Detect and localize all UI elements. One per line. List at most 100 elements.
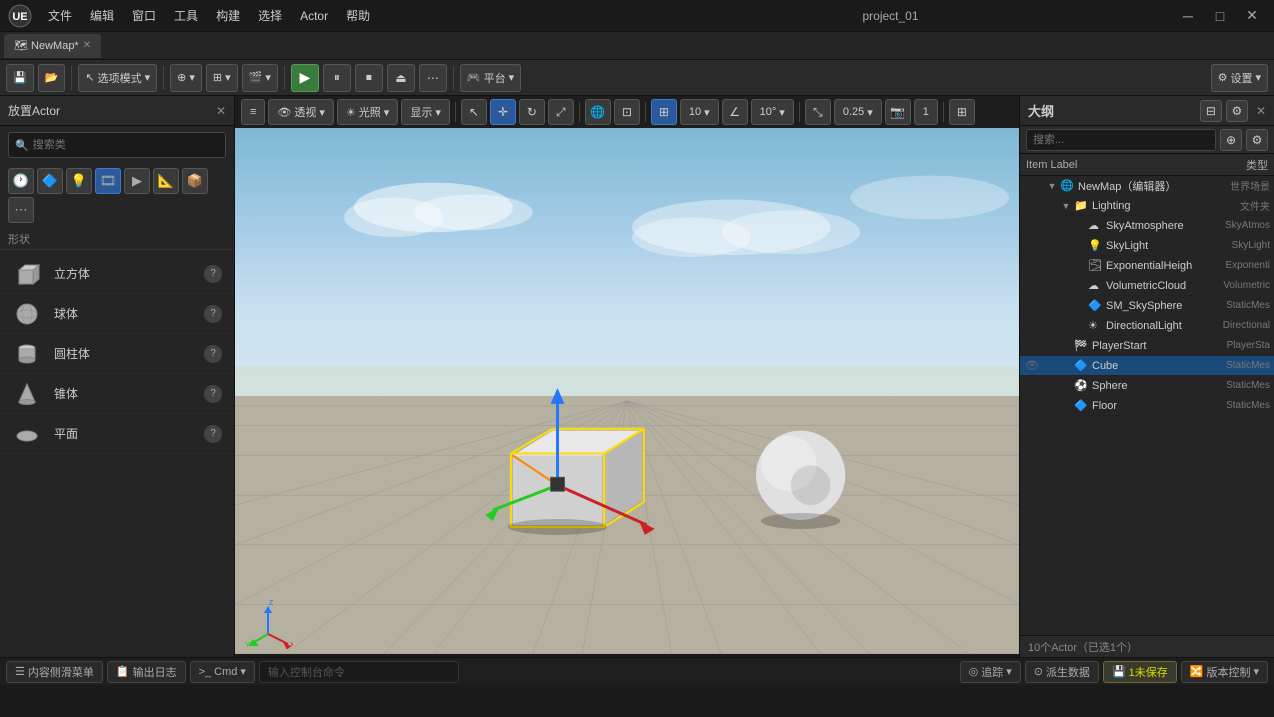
scale-snap-selector[interactable]: 0.25 ▾	[834, 99, 882, 125]
surface-snapping-button[interactable]: ⊡	[614, 99, 640, 125]
viewport-menu-button[interactable]: ≡	[241, 99, 265, 125]
plane-help-icon[interactable]: ?	[204, 425, 222, 443]
shape-cone[interactable]: 锥体 ?	[0, 374, 234, 414]
item-icon: 💡	[1088, 239, 1104, 252]
console-input[interactable]: 输入控制台命令	[259, 661, 459, 683]
select-tool[interactable]: ↖	[461, 99, 487, 125]
outliner-close-button[interactable]: ✕	[1256, 104, 1266, 118]
tree-item-cube[interactable]: 👁🔷CubeStaticMes	[1020, 356, 1274, 376]
tree-item-skyatmos[interactable]: ☁SkyAtmosphereSkyAtmos	[1020, 216, 1274, 236]
shape-cylinder[interactable]: 圆柱体 ?	[0, 334, 234, 374]
category-recent[interactable]: 🕐	[8, 168, 34, 194]
tree-item-expheight[interactable]: 🌫ExponentialHeighExponenti	[1020, 256, 1274, 276]
search-input[interactable]	[33, 139, 219, 151]
world-space-button[interactable]: 🌐	[585, 99, 611, 125]
menu-tools[interactable]: 工具	[166, 3, 206, 28]
derived-data-button[interactable]: ⊙ 派生数据	[1025, 661, 1099, 683]
perspective-button[interactable]: 👁 透视 ▾	[268, 99, 334, 125]
rotate-tool[interactable]: ↻	[519, 99, 545, 125]
shape-plane[interactable]: 平面 ?	[0, 414, 234, 454]
tree-item-volcloud[interactable]: ☁VolumetricCloudVolumetric	[1020, 276, 1274, 296]
cylinder-help-icon[interactable]: ?	[204, 345, 222, 363]
menu-build[interactable]: 构建	[208, 3, 248, 28]
tree-item-lighting[interactable]: ▼📁Lighting文件夹	[1020, 196, 1274, 216]
cinematic-button[interactable]: 🎬 ▾	[242, 64, 278, 92]
tree-item-newmap[interactable]: ▼🌐NewMap（编辑器）世界场景	[1020, 176, 1274, 196]
outliner-filter-button[interactable]: ⊟	[1200, 100, 1222, 122]
category-vol[interactable]: 📦	[182, 168, 208, 194]
grid-snap-button[interactable]: ⊞	[651, 99, 677, 125]
visibility-icon[interactable]: 👁	[1024, 359, 1040, 372]
close-panel-button[interactable]: ✕	[216, 104, 226, 118]
category-bp[interactable]: 📐	[153, 168, 179, 194]
transform-button[interactable]: ⊞ ▾	[206, 64, 238, 92]
outliner-settings-button[interactable]: ⚙	[1226, 100, 1248, 122]
sphere-help-icon[interactable]: ?	[204, 305, 222, 323]
scale-tool[interactable]: ⤢	[548, 99, 574, 125]
tab-close-icon[interactable]: ✕	[83, 40, 91, 51]
minimize-button[interactable]: ─	[1174, 2, 1202, 30]
maximize-viewport-button[interactable]: ⊞	[949, 99, 975, 125]
unsaved-changes-button[interactable]: 💾 1未保存	[1103, 661, 1177, 683]
stop-button[interactable]: ⏹	[355, 64, 383, 92]
menu-select[interactable]: 选择	[250, 3, 290, 28]
outliner-settings2-button[interactable]: ⚙	[1246, 129, 1268, 151]
menu-file[interactable]: 文件	[40, 3, 80, 28]
translate-tool[interactable]: ✛	[490, 99, 516, 125]
category-light[interactable]: 💡	[66, 168, 92, 194]
category-anim[interactable]: ▶	[124, 168, 150, 194]
grid-size-selector[interactable]: 10 ▾	[680, 99, 719, 125]
eject-button[interactable]: ⏏	[387, 64, 415, 92]
settings-button[interactable]: ⚙ 设置 ▾	[1211, 64, 1268, 92]
transform-dropdown-icon: ▾	[225, 71, 231, 84]
tree-item-dirlight[interactable]: ☀DirectionalLightDirectional	[1020, 316, 1274, 336]
menu-edit[interactable]: 编辑	[82, 3, 122, 28]
transform-icon: ⊞	[213, 71, 222, 84]
cmd-button[interactable]: >_ Cmd ▾	[190, 661, 255, 683]
show-button[interactable]: 显示 ▾	[401, 99, 450, 125]
tree-item-skylight[interactable]: 💡SkyLightSkyLight	[1020, 236, 1274, 256]
menu-window[interactable]: 窗口	[124, 3, 164, 28]
mode-button[interactable]: ↖ 选项模式 ▾	[78, 64, 157, 92]
platform-button[interactable]: 🎮 平台 ▾	[460, 64, 521, 92]
pause-button[interactable]: ⏸	[323, 64, 351, 92]
tree-item-sphere[interactable]: ⚽SphereStaticMes	[1020, 376, 1274, 396]
source-control-button[interactable]: 🔀 版本控制 ▾	[1181, 661, 1268, 683]
maximize-button[interactable]: □	[1206, 2, 1234, 30]
angle-snap-button[interactable]: ∠	[722, 99, 748, 125]
close-button[interactable]: ✕	[1238, 2, 1266, 30]
camera-speed-selector[interactable]: 1	[914, 99, 938, 125]
item-label: Cube	[1092, 360, 1224, 372]
outliner-search-input[interactable]	[1026, 129, 1216, 151]
viewport[interactable]: ≡ 👁 透视 ▾ ☀ 光照 ▾ 显示 ▾ ↖ ✛ ↻ ⤢	[235, 96, 1019, 657]
search-bar[interactable]: 🔍	[8, 132, 226, 158]
play-options-button[interactable]: ⋯	[419, 64, 447, 92]
add-actor-button[interactable]: ⊕ ▾	[170, 64, 202, 92]
menu-help[interactable]: 帮助	[338, 3, 378, 28]
open-button[interactable]: 📂	[38, 64, 66, 92]
category-cinema[interactable]: 🎞	[95, 168, 121, 194]
shape-sphere[interactable]: 球体 ?	[0, 294, 234, 334]
angle-size-selector[interactable]: 10° ▾	[751, 99, 794, 125]
tree-item-skysphere[interactable]: 🔷SM_SkySphereStaticMes	[1020, 296, 1274, 316]
scale-snap-button[interactable]: ⤡	[805, 99, 831, 125]
save-button[interactable]: 💾	[6, 64, 34, 92]
cube-help-icon[interactable]: ?	[204, 265, 222, 283]
menu-actor[interactable]: Actor	[292, 5, 336, 27]
content-drawer-button[interactable]: ☰ 内容侧滑菜单	[6, 661, 103, 683]
output-log-button[interactable]: 📋 输出日志	[107, 661, 186, 683]
outliner-add-button[interactable]: ⊕	[1220, 129, 1242, 151]
play-button[interactable]: ▶	[291, 64, 319, 92]
shape-cube[interactable]: 立方体 ?	[0, 254, 234, 294]
item-label: VolumetricCloud	[1106, 280, 1221, 292]
tree-item-floor[interactable]: 🔷FloorStaticMes	[1020, 396, 1274, 416]
lighting-button[interactable]: ☀ 光照 ▾	[337, 99, 398, 125]
cone-help-icon[interactable]: ?	[204, 385, 222, 403]
tab-newmap[interactable]: 🗺 NewMap* ✕	[4, 34, 101, 58]
tree-item-playerstart[interactable]: 🏁PlayerStartPlayerSta	[1020, 336, 1274, 356]
trace-button[interactable]: ◎ 追踪 ▾	[960, 661, 1021, 683]
category-basic[interactable]: 🔷	[37, 168, 63, 194]
place-actors-title: 放置Actor	[8, 102, 60, 119]
camera-icon-btn[interactable]: 📷	[885, 99, 911, 125]
category-all[interactable]: ⋯	[8, 197, 34, 223]
